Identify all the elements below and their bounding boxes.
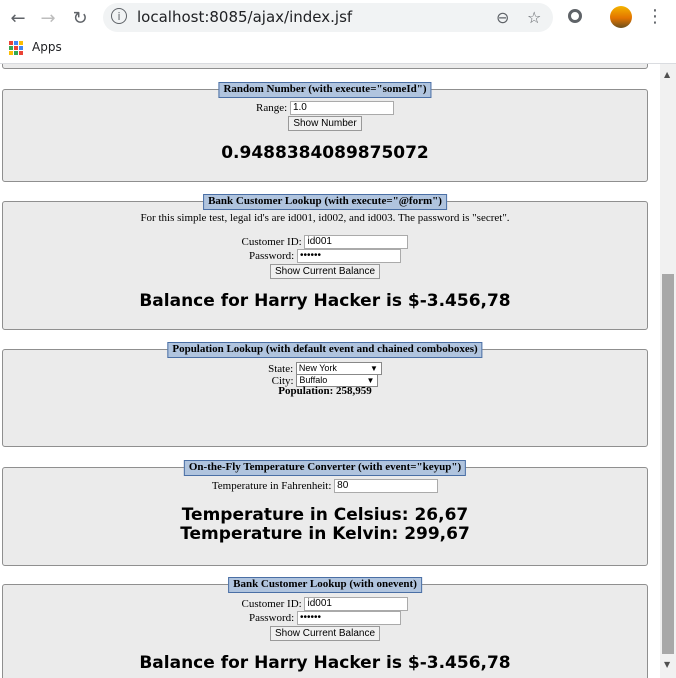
previous-section-fieldset — [2, 64, 648, 69]
bookmark-star-icon[interactable]: ☆ — [527, 8, 541, 27]
fahrenheit-row: Temperature in Fahrenheit: 80 — [3, 479, 647, 493]
bank-onevent-button-row: Show Current Balance — [3, 626, 647, 641]
reload-button[interactable]: ↻ — [68, 6, 92, 30]
temperature-section: On-the-Fly Temperature Converter (with e… — [2, 460, 648, 566]
city-select-value: Buffalo — [299, 375, 328, 385]
show-balance-button[interactable]: Show Current Balance — [269, 626, 381, 641]
password-label: Password: — [249, 612, 295, 624]
bank-onevent-password-row: Password: •••••• — [3, 611, 647, 625]
kelvin-result: Temperature in Kelvin: 299,67 — [180, 524, 470, 544]
scroll-down-icon[interactable]: ▼ — [664, 660, 670, 669]
customer-id-input[interactable]: id001 — [304, 597, 409, 611]
scroll-up-icon[interactable]: ▲ — [664, 70, 670, 79]
zoom-icon[interactable]: ⊖ — [496, 8, 509, 27]
bank-onevent-legend: Bank Customer Lookup (with onevent) — [228, 577, 422, 593]
browser-toolbar: ← → ↻ i localhost:8085/ajax/index.jsf ⊖ … — [0, 0, 676, 36]
bank-form-button-row: Show Current Balance — [3, 264, 647, 279]
bank-onevent-section: Bank Customer Lookup (with onevent) Cust… — [2, 577, 648, 678]
password-label: Password: — [249, 250, 295, 262]
apps-grid-icon[interactable] — [9, 41, 23, 55]
bank-form-result: Balance for Harry Hacker is $-3.456,78 — [139, 291, 511, 311]
fahrenheit-label: Temperature in Fahrenheit: — [211, 480, 332, 492]
customer-id-input[interactable]: id001 — [304, 235, 409, 249]
forward-button[interactable]: → — [36, 6, 60, 30]
population-section: Population Lookup (with default event an… — [2, 342, 648, 447]
bank-form-password-row: Password: •••••• — [3, 249, 647, 263]
show-number-row: Show Number — [3, 116, 647, 131]
address-bar[interactable]: i localhost:8085/ajax/index.jsf ⊖ ☆ — [103, 3, 553, 32]
random-number-result: 0.9488384089875072 — [221, 143, 429, 163]
population-legend: Population Lookup (with default event an… — [167, 342, 483, 358]
bank-form-section: Bank Customer Lookup (with execute="@for… — [2, 194, 648, 330]
celsius-result: Temperature in Celsius: 26,67 — [181, 505, 469, 525]
bookmarks-bar: Apps — [0, 36, 676, 64]
info-icon[interactable]: i — [111, 8, 127, 24]
page-scrollbar[interactable]: ▲ ▼ — [660, 64, 676, 678]
bank-form-legend: Bank Customer Lookup (with execute="@for… — [203, 194, 447, 210]
temperature-legend: On-the-Fly Temperature Converter (with e… — [183, 460, 467, 476]
random-number-legend: Random Number (with execute="someId") — [218, 82, 432, 98]
state-label: State: — [268, 362, 294, 375]
extension-icon[interactable] — [568, 9, 582, 23]
apps-bookmark[interactable]: Apps — [32, 40, 62, 54]
population-result: Population: 258,959 — [278, 385, 372, 397]
range-input[interactable]: 1.0 — [289, 101, 394, 115]
state-select-value: New York — [298, 363, 337, 373]
bank-form-customer-row: Customer ID: id001 — [3, 235, 647, 249]
range-row: Range: 1.0 — [3, 101, 647, 115]
page-viewport: Random Number (with execute="someId") Ra… — [0, 64, 660, 678]
customer-id-label: Customer ID: — [241, 236, 302, 248]
bank-onevent-result: Balance for Harry Hacker is $-3.456,78 — [139, 653, 511, 673]
scroll-thumb[interactable] — [662, 274, 674, 654]
fahrenheit-input[interactable]: 80 — [334, 479, 439, 493]
state-dropdown-icon: ▼ — [369, 364, 378, 373]
customer-id-label: Customer ID: — [241, 598, 302, 610]
password-input[interactable]: •••••• — [296, 611, 401, 625]
bank-onevent-customer-row: Customer ID: id001 — [3, 597, 647, 611]
bank-form-note: For this simple test, legal id's are id0… — [140, 212, 510, 224]
random-number-section: Random Number (with execute="someId") Ra… — [2, 82, 648, 182]
show-balance-button[interactable]: Show Current Balance — [269, 264, 381, 279]
password-input[interactable]: •••••• — [296, 249, 401, 263]
back-button[interactable]: ← — [6, 6, 30, 30]
address-url[interactable]: localhost:8085/ajax/index.jsf — [137, 8, 352, 26]
profile-avatar[interactable] — [610, 6, 632, 28]
menu-icon[interactable]: ⋮ — [646, 6, 664, 27]
range-label: Range: — [256, 102, 288, 114]
show-number-button[interactable]: Show Number — [288, 116, 362, 131]
